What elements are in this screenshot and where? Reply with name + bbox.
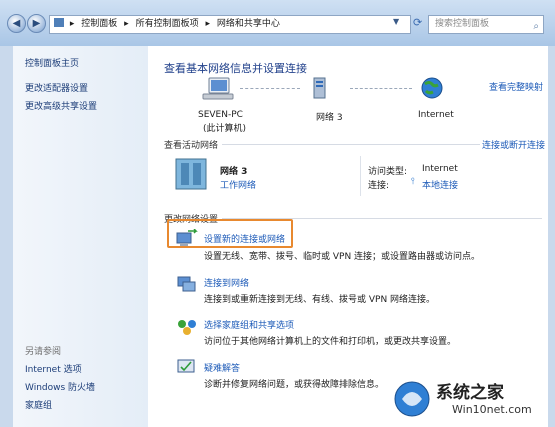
window-right-border bbox=[548, 46, 555, 427]
sidebar-item-adapter[interactable]: 更改适配器设置 bbox=[25, 81, 88, 94]
search-placeholder: 搜索控制面板 bbox=[435, 19, 490, 29]
active-network-name: 网络 3 bbox=[220, 167, 248, 177]
homegroup-icon bbox=[178, 320, 196, 335]
access-type-value: Internet bbox=[422, 164, 458, 174]
computer-icon[interactable] bbox=[202, 77, 234, 100]
task-troubleshoot[interactable]: 疑难解答 bbox=[204, 361, 240, 374]
forward-arrow-icon: ▶ bbox=[32, 18, 41, 29]
back-button[interactable]: ◀ bbox=[7, 14, 26, 33]
active-divider bbox=[360, 156, 361, 196]
breadcrumb-network-center[interactable]: 网络和共享中心 bbox=[217, 19, 280, 29]
section-rule bbox=[222, 144, 480, 145]
breadcrumb-control-panel[interactable]: 控制面板 bbox=[81, 19, 117, 29]
map-pc-name: SEVEN-PC bbox=[198, 110, 243, 120]
address-dropdown-button[interactable]: ▼ bbox=[393, 17, 399, 26]
access-type-label: 访问类型: bbox=[368, 167, 408, 177]
see-also-header: 另请参阅 bbox=[25, 347, 62, 357]
forward-button[interactable]: ▶ bbox=[27, 14, 46, 33]
watermark-url: Win10net.com bbox=[452, 403, 532, 416]
network-icon[interactable] bbox=[313, 77, 326, 99]
map-pc-sub: (此计算机) bbox=[203, 124, 247, 134]
map-connector-line bbox=[240, 88, 300, 89]
ethernet-icon: ⫯ bbox=[411, 177, 415, 187]
refresh-button[interactable]: ⟳ bbox=[413, 16, 422, 29]
map-connector-line bbox=[350, 88, 412, 89]
search-icon: ⌕ bbox=[533, 21, 539, 32]
address-bar[interactable]: ▸ 控制面板 ▸ 所有控制面板项 ▸ 网络和共享中心 bbox=[49, 15, 411, 34]
window-left-border bbox=[0, 46, 13, 427]
back-arrow-icon: ◀ bbox=[12, 18, 21, 29]
network-building-icon bbox=[175, 158, 207, 190]
watermark-text: 系统之家 bbox=[436, 383, 504, 403]
local-connection-link[interactable]: 本地连接 bbox=[422, 178, 458, 191]
task-connect-network[interactable]: 连接到网络 bbox=[204, 276, 249, 289]
search-input[interactable]: 搜索控制面板 ⌕ bbox=[428, 15, 544, 34]
task-homegroup-desc: 访问位于其他网络计算机上的文件和打印机，或更改共享设置。 bbox=[204, 337, 457, 347]
connections-label: 连接: bbox=[368, 181, 390, 191]
network-map-icons bbox=[202, 77, 443, 100]
breadcrumb-all-items[interactable]: 所有控制面板项 bbox=[136, 19, 199, 29]
breadcrumb-sep: ▸ bbox=[124, 19, 129, 29]
new-connection-icon bbox=[176, 229, 198, 246]
sidebar: 控制面板主页 更改适配器设置 更改高级共享设置 另请参阅 Internet 选项… bbox=[13, 46, 148, 427]
task-new-connection-desc: 设置无线、宽带、拨号、临时或 VPN 连接；或设置路由器或访问点。 bbox=[204, 252, 481, 262]
full-map-link[interactable]: 查看完整映射 bbox=[489, 80, 543, 93]
active-networks-header: 查看活动网络 bbox=[164, 141, 219, 151]
breadcrumb-sep: ▸ bbox=[205, 19, 210, 29]
sidebar-item-firewall[interactable]: Windows 防火墙 bbox=[25, 380, 95, 393]
sidebar-item-sharing[interactable]: 更改高级共享设置 bbox=[25, 99, 97, 112]
sidebar-item-home[interactable]: 控制面板主页 bbox=[25, 56, 79, 69]
network-type-link[interactable]: 工作网络 bbox=[220, 178, 256, 191]
page-title: 查看基本网络信息并设置连接 bbox=[164, 62, 307, 75]
breadcrumb-sep: ▸ bbox=[69, 19, 75, 29]
connect-network-icon bbox=[177, 276, 196, 292]
troubleshoot-icon bbox=[177, 359, 195, 373]
sidebar-item-homegroup[interactable]: 家庭组 bbox=[25, 398, 52, 411]
control-panel-icon bbox=[54, 18, 64, 27]
map-internet-label: Internet bbox=[418, 110, 454, 120]
watermark: 系统之家 Win10net.com bbox=[392, 375, 552, 423]
globe-icon[interactable] bbox=[421, 77, 443, 99]
task-connect-network-desc: 连接到或重新连接到无线、有线、拨号或 VPN 网络连接。 bbox=[204, 295, 436, 305]
task-troubleshoot-desc: 诊断并修复网络问题，或获得故障排除信息。 bbox=[204, 380, 385, 390]
task-homegroup[interactable]: 选择家庭组和共享选项 bbox=[204, 318, 294, 331]
map-network-name: 网络 3 bbox=[316, 113, 343, 123]
sidebar-item-internet-options[interactable]: Internet 选项 bbox=[25, 362, 82, 375]
watermark-logo-icon bbox=[394, 381, 430, 417]
task-new-connection[interactable]: 设置新的连接或网络 bbox=[204, 232, 285, 245]
connect-disconnect-link[interactable]: 连接或断开连接 bbox=[482, 138, 545, 151]
